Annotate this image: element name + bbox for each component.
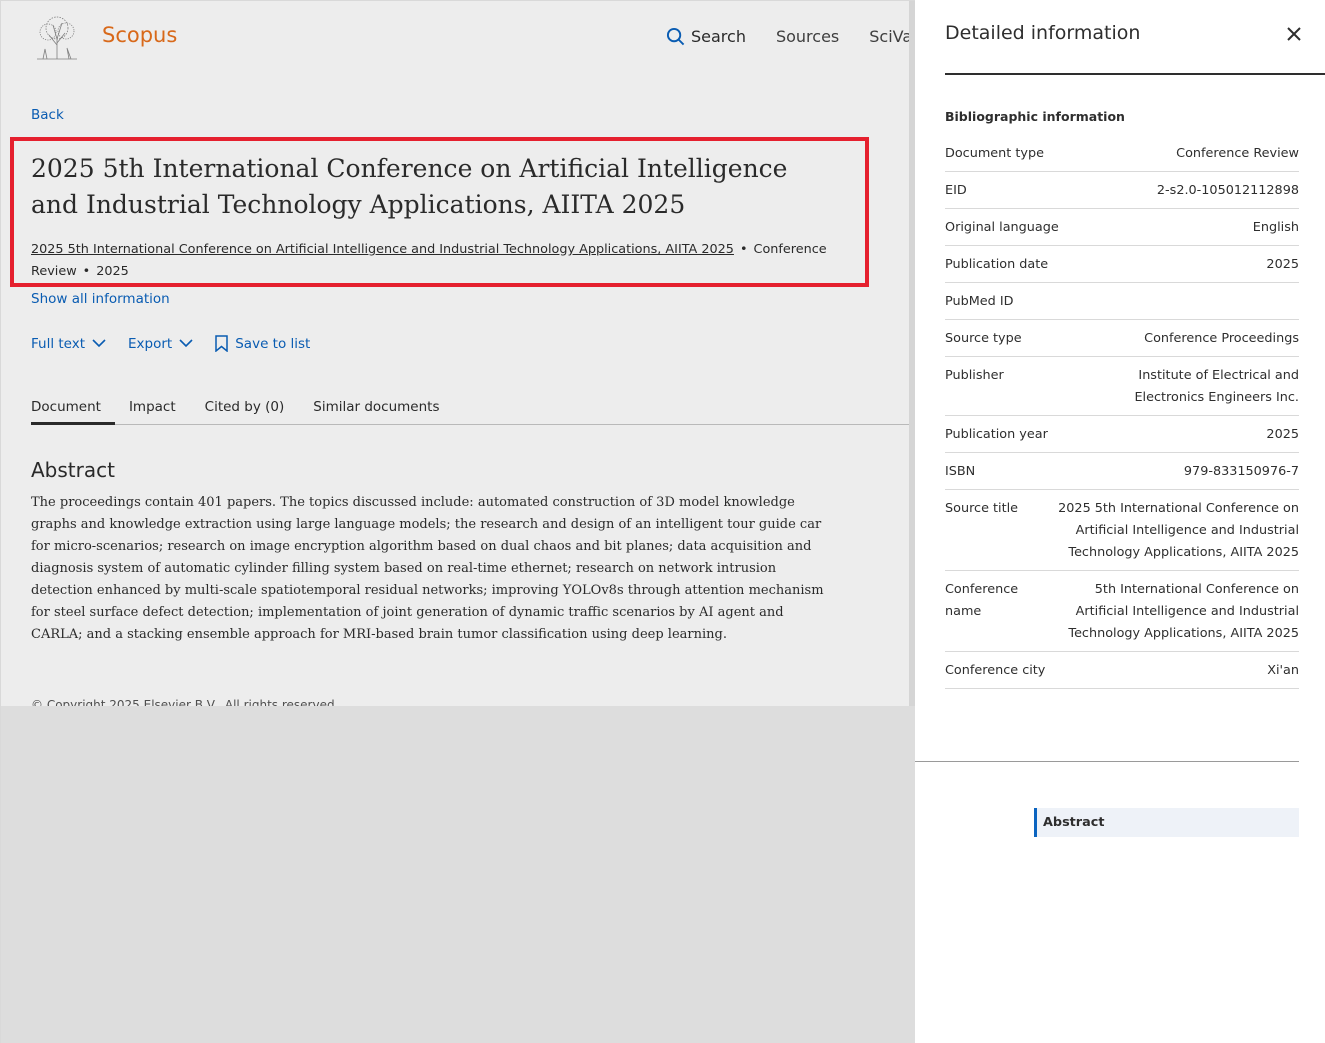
row-label: ISBN [945,464,976,479]
row-value: Xi'an [1267,663,1299,678]
panel-divider [945,73,1325,75]
info-row-source-title: Source title 2025 5th International Confe… [945,490,1299,571]
row-label: Publication date [945,257,1049,272]
row-value: 2-s2.0-105012112898 [1156,183,1299,198]
row-value: 2025 5th International Conference on Art… [1058,501,1299,560]
detailed-information-panel: Detailed information Bibliographic infor… [915,0,1325,1043]
close-icon[interactable] [1284,24,1304,44]
info-row-source-type: Source type Conference Proceedings [945,320,1299,357]
info-row-document-type: Document type Conference Review [945,135,1299,172]
info-row-publication-date: Publication date 2025 [945,246,1299,283]
row-value: Conference Review [1176,146,1299,161]
row-label: Document type [945,146,1044,161]
info-row-isbn: ISBN 979-833150976-7 [945,453,1299,490]
row-label: Original language [945,220,1059,235]
row-label: PubMed ID [945,294,1014,309]
info-row-conference-city: Conference city Xi'an [945,652,1299,689]
info-row-original-language: Original language English [945,209,1299,246]
row-value: 5th International Conference on Artifici… [1068,582,1299,641]
info-row-publication-year: Publication year 2025 [945,416,1299,453]
panel-nav-abstract[interactable]: Abstract [1034,808,1299,837]
info-row-conference-name: Conference name 5th International Confere… [945,571,1299,652]
row-value: 979-833150976-7 [1183,464,1299,479]
row-value: English [1252,220,1299,235]
bibliographic-heading: Bibliographic information [945,109,1125,124]
highlight-box [10,137,869,287]
row-label: Source type [945,331,1022,346]
row-value: Institute of Electrical and Electronics … [1134,368,1299,405]
info-row-eid: EID 2-s2.0-105012112898 [945,172,1299,209]
row-label: Publication year [945,427,1048,442]
main-page: Scopus Search Sources SciVal Back 2025 5… [0,0,915,1043]
row-label: EID [945,183,967,198]
panel-title: Detailed information [945,22,1141,44]
row-label: Conference name [945,582,1019,619]
row-value: 2025 [1266,257,1299,272]
row-label: Conference city [945,663,1046,678]
info-row-publisher: Publisher Institute of Electrical and Ele… [945,357,1299,416]
row-label: Publisher [945,368,1004,383]
info-row-pubmed-id: PubMed ID [945,283,1299,320]
bibliographic-table: Document type Conference Review EID 2-s2.0… [945,135,1299,689]
row-value: 2025 [1266,427,1299,442]
row-value: Conference Proceedings [1144,331,1299,346]
row-value [1065,291,1299,313]
row-label: Source title [945,501,1019,516]
panel-section-divider [915,761,1299,762]
